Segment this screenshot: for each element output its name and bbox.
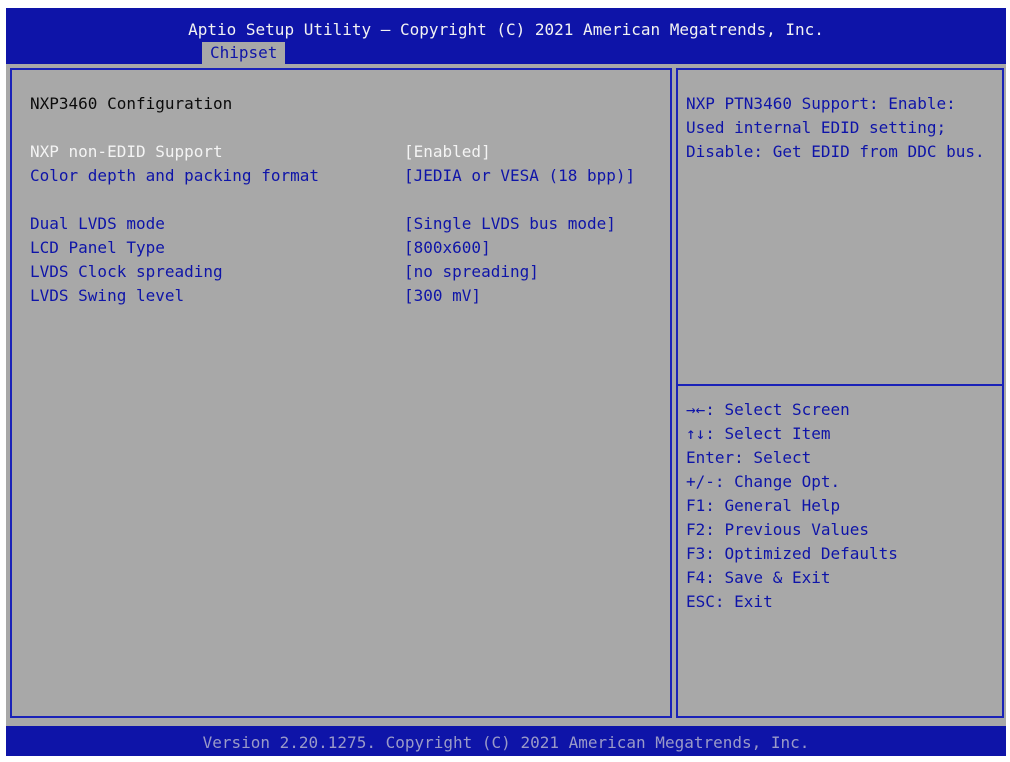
bios-screen: Aptio Setup Utility – Copyright (C) 2021…: [6, 8, 1006, 756]
setting-dual-lvds-mode[interactable]: Dual LVDS mode [Single LVDS bus mode]: [30, 212, 670, 236]
setting-value[interactable]: [JEDIA or VESA (18 bpp)]: [404, 164, 654, 188]
setting-nxp-non-edid-support[interactable]: NXP non-EDID Support [Enabled]: [30, 140, 670, 164]
main-panel: NXP3460 Configuration NXP non-EDID Suppo…: [10, 68, 672, 718]
key-select-screen: →←: Select Screen: [686, 400, 850, 419]
help-divider: [678, 384, 1002, 386]
help-description: NXP PTN3460 Support: Enable: Used interna…: [686, 92, 998, 164]
key-change-opt: +/-: Change Opt.: [686, 472, 841, 491]
setting-label: LCD Panel Type: [30, 238, 165, 257]
setting-label: Color depth and packing format: [30, 166, 319, 185]
help-description-line: Disable: Get EDID from DDC bus.: [686, 142, 985, 161]
help-panel: NXP PTN3460 Support: Enable: Used interna…: [676, 68, 1004, 718]
key-optimized-defaults: F3: Optimized Defaults: [686, 544, 898, 563]
section-title: NXP3460 Configuration: [30, 94, 233, 113]
footer-version-text: Version 2.20.1275. Copyright (C) 2021 Am…: [202, 733, 810, 752]
help-description-line: NXP PTN3460 Support: Enable:: [686, 94, 956, 113]
key-legend: →←: Select Screen ↑↓: Select Item Enter:…: [686, 398, 898, 614]
help-description-line: Used internal EDID setting;: [686, 118, 947, 137]
settings-list: NXP non-EDID Support [Enabled] Color dep…: [30, 140, 670, 308]
setting-lcd-panel-type[interactable]: LCD Panel Type [800x600]: [30, 236, 670, 260]
key-select-item: ↑↓: Select Item: [686, 424, 831, 443]
tab-chipset[interactable]: Chipset: [202, 42, 286, 64]
setting-lvds-clock-spreading[interactable]: LVDS Clock spreading [no spreading]: [30, 260, 670, 284]
setting-label: LVDS Swing level: [30, 286, 185, 305]
setting-value[interactable]: [no spreading]: [404, 260, 654, 284]
setting-label: NXP non-EDID Support: [30, 142, 223, 161]
key-esc-exit: ESC: Exit: [686, 592, 773, 611]
setting-label: LVDS Clock spreading: [30, 262, 223, 281]
setting-value[interactable]: [300 mV]: [404, 284, 654, 308]
setting-label: Dual LVDS mode: [30, 214, 165, 233]
key-save-exit: F4: Save & Exit: [686, 568, 831, 587]
setting-lvds-swing-level[interactable]: LVDS Swing level [300 mV]: [30, 284, 670, 308]
key-previous-values: F2: Previous Values: [686, 520, 870, 539]
setting-value[interactable]: [800x600]: [404, 236, 654, 260]
key-general-help: F1: General Help: [686, 496, 841, 515]
key-enter-select: Enter: Select: [686, 448, 812, 467]
footer-bar: Version 2.20.1275. Copyright (C) 2021 Am…: [6, 726, 1006, 756]
header-title: Aptio Setup Utility – Copyright (C) 2021…: [188, 20, 824, 39]
header-bar: Aptio Setup Utility – Copyright (C) 2021…: [6, 8, 1006, 64]
setting-color-depth-packing-format[interactable]: Color depth and packing format [JEDIA or…: [30, 164, 670, 212]
setting-value[interactable]: [Single LVDS bus mode]: [404, 212, 654, 236]
setting-value[interactable]: [Enabled]: [404, 140, 654, 164]
